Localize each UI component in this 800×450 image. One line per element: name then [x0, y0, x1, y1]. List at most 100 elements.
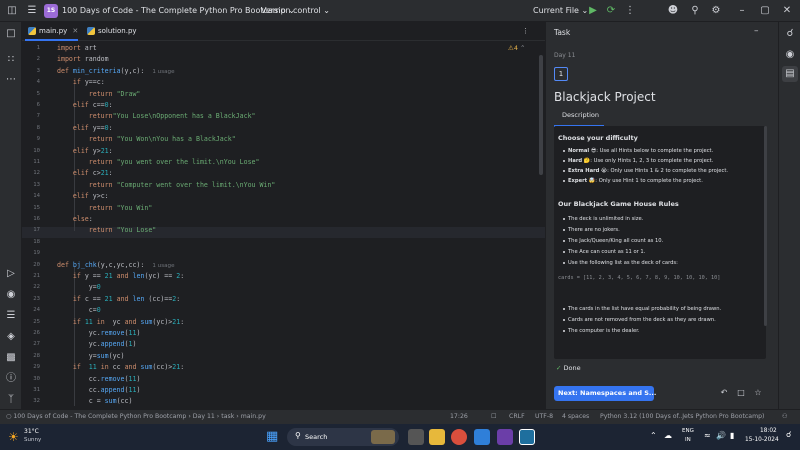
tab-options-icon[interactable]: ⋮: [522, 22, 529, 41]
run-config-select[interactable]: Current File ⌄: [533, 0, 588, 22]
run-icon[interactable]: ▶: [585, 3, 601, 19]
code-line[interactable]: if c == 21 and len (cc)==2:: [57, 295, 180, 303]
breadcrumb-project[interactable]: 100 Days of Code - The Complete Python P…: [13, 413, 186, 420]
battery-icon[interactable]: ▮: [730, 431, 734, 440]
code-editor[interactable]: 1 2 3 4 5 6 7 8 9 10 11 12 13 14 15 16 17 18 19 20 21 22 23 24 2…: [22, 41, 545, 409]
notifications-icon[interactable]: ☌: [782, 26, 798, 42]
close-tab-icon[interactable]: ✕: [72, 27, 78, 35]
code-line[interactable]: if y==c:: [57, 78, 105, 86]
code-line[interactable]: elif y>c:: [57, 192, 109, 200]
vscode-icon[interactable]: [474, 429, 490, 445]
taskbar-search[interactable]: ⚲ Search: [287, 428, 399, 446]
maximize-icon[interactable]: ▢: [757, 3, 773, 19]
task-tool-icon[interactable]: ▤: [782, 66, 798, 82]
lock-icon[interactable]: ⚇: [782, 410, 788, 424]
code-line[interactable]: return "Draw": [57, 90, 141, 98]
code-line[interactable]: return "Computer went over the limit.\nY…: [57, 181, 276, 189]
layers-icon[interactable]: ☰: [3, 308, 19, 324]
project-name[interactable]: 100 Days of Code - The Complete Python P…: [62, 0, 295, 22]
weather-icon[interactable]: ☀: [8, 430, 19, 444]
pycharm-icon[interactable]: [519, 429, 535, 445]
clock-time[interactable]: 18:02: [760, 428, 777, 434]
ai-assistant-icon[interactable]: ◉: [782, 47, 798, 63]
comment-icon[interactable]: □: [735, 387, 747, 399]
pycharm-edu-icon[interactable]: [497, 429, 513, 445]
caret-position[interactable]: 17:26: [450, 410, 468, 424]
indent-setting[interactable]: 4 spaces: [562, 410, 589, 424]
file-encoding[interactable]: UTF-8: [535, 410, 553, 424]
tab-main-py[interactable]: main.py ✕: [25, 22, 79, 41]
code-line[interactable]: return "You Lose": [57, 226, 157, 234]
breadcrumb-file[interactable]: main.py: [241, 413, 266, 420]
code-line[interactable]: c=0: [57, 306, 101, 314]
tab-solution-py[interactable]: solution.py: [84, 22, 137, 41]
code-line[interactable]: if 11 in cc and sum(cc)>21:: [57, 363, 184, 371]
reset-icon[interactable]: ↶: [718, 387, 730, 399]
notification-bell-icon[interactable]: ☌: [786, 430, 791, 439]
weather-text[interactable]: Sunny: [24, 437, 41, 443]
code-line[interactable]: cc.remove(11): [57, 375, 141, 383]
code-line[interactable]: elif c>21:: [57, 169, 113, 177]
python-interpreter[interactable]: Python 3.12 (100 Days of..Jets Python Pr…: [600, 410, 764, 424]
chrome-icon[interactable]: [451, 429, 467, 445]
code-line[interactable]: def min_criteria(y,c): 1 usage: [57, 67, 175, 75]
chevron-up-icon[interactable]: ⌃: [520, 44, 525, 52]
volume-icon[interactable]: 🔊: [716, 431, 726, 440]
run-tool-icon[interactable]: ▷: [3, 266, 19, 282]
git-icon[interactable]: ᛉ: [3, 392, 19, 408]
temperature[interactable]: 31°C: [24, 428, 39, 435]
terminal-icon[interactable]: ▩: [3, 350, 19, 366]
code-line[interactable]: y=sum(yc): [57, 352, 125, 360]
vcs-menu[interactable]: Version control ⌄: [261, 0, 330, 22]
step-indicator[interactable]: 1: [554, 67, 568, 81]
code-line[interactable]: return "you went over the limit.\nYou Lo…: [57, 158, 260, 166]
star-icon[interactable]: ☆: [752, 387, 764, 399]
code-line[interactable]: if 11 in yc and sum(yc)>21:: [57, 318, 184, 326]
file-explorer-icon[interactable]: [429, 429, 445, 445]
code-line[interactable]: return "You Won\nYou has a BlackJack": [57, 135, 236, 143]
cloud-icon[interactable]: ☁: [664, 431, 672, 440]
breadcrumb-task[interactable]: task: [221, 413, 234, 420]
editor-scrollbar[interactable]: [539, 55, 543, 175]
readonly-icon[interactable]: ☐: [491, 410, 497, 424]
code-line[interactable]: elif y==0:: [57, 124, 113, 132]
warnings-indicator[interactable]: ⚠4 ⌃: [508, 44, 526, 52]
keyboard-language[interactable]: ENG: [682, 428, 694, 434]
code-line[interactable]: import random: [57, 55, 109, 63]
python-packages-icon[interactable]: ◉: [3, 287, 19, 303]
clock-date[interactable]: 15-10-2024: [745, 437, 779, 443]
code-line[interactable]: def bj_chk(y,c,yc,cc): 1 usage: [57, 261, 175, 269]
code-line[interactable]: elif y>21:: [57, 147, 113, 155]
breadcrumb-day[interactable]: Day 11: [193, 413, 215, 420]
line-separator[interactable]: CRLF: [509, 410, 525, 424]
code-line[interactable]: c = sum(cc): [57, 397, 133, 405]
code-line[interactable]: cc.append(11): [57, 386, 141, 394]
problems-icon[interactable]: ⓘ: [3, 371, 19, 387]
panel-minimize-icon[interactable]: –: [754, 26, 759, 36]
code-line[interactable]: else:: [57, 215, 93, 223]
search-icon[interactable]: ⚲: [687, 3, 703, 19]
tab-description[interactable]: Description: [554, 110, 604, 127]
add-user-icon[interactable]: ☻: [665, 3, 681, 19]
gear-icon[interactable]: ⚙: [708, 3, 724, 19]
structure-icon[interactable]: ∷: [3, 52, 19, 68]
wifi-icon[interactable]: ≈: [704, 431, 711, 440]
code-line[interactable]: elif c==0:: [57, 101, 113, 109]
python-console-icon[interactable]: ◈: [3, 329, 19, 345]
hamburger-menu-icon[interactable]: ☰: [24, 3, 40, 19]
more-icon[interactable]: ⋮: [622, 3, 638, 19]
code-line[interactable]: import art: [57, 44, 97, 52]
close-icon[interactable]: ✕: [779, 3, 795, 19]
windows-start-icon[interactable]: ▦: [266, 429, 278, 445]
window-menu-icon[interactable]: ◫: [4, 3, 20, 19]
code-line[interactable]: return"You Lose\nOpponent has a BlackJac…: [57, 112, 256, 120]
code-line[interactable]: yc.remove(11): [57, 329, 141, 337]
task-view-icon[interactable]: [408, 429, 424, 445]
more-tools-icon[interactable]: ⋯: [3, 72, 19, 88]
keyboard-region[interactable]: IN: [685, 437, 691, 443]
next-task-button[interactable]: Next: Namespaces and S...: [554, 386, 656, 401]
debug-icon[interactable]: ⟳: [603, 3, 619, 19]
tray-chevron-up-icon[interactable]: ⌃: [650, 431, 657, 440]
code-line[interactable]: if y == 21 and len(yc) == 2:: [57, 272, 184, 280]
task-scrollbar[interactable]: [764, 126, 767, 326]
